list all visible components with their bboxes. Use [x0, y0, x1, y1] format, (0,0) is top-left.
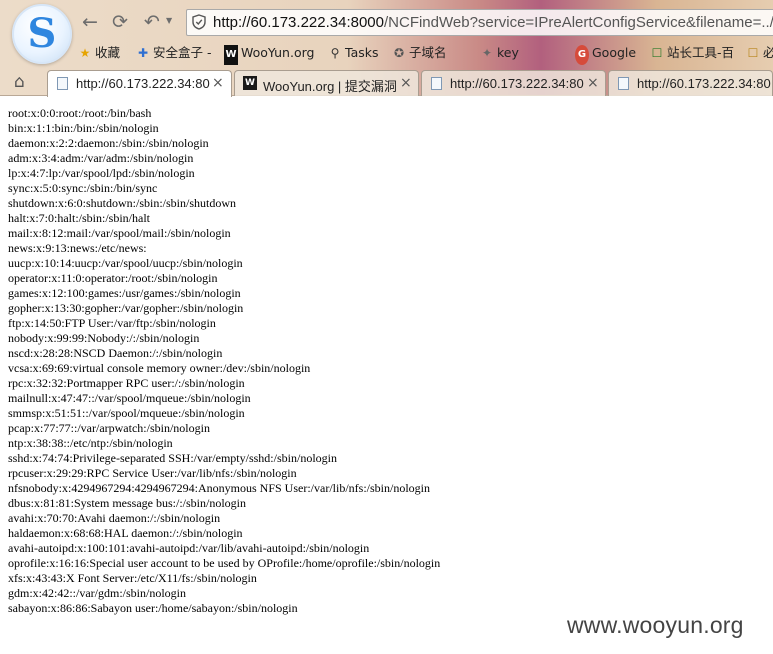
undo-dropdown-chevron-icon[interactable]: ▼: [166, 16, 172, 25]
safe-box-icon: ✚: [137, 46, 149, 60]
bookmark-safe-box[interactable]: ✚ 安全盒子 -: [136, 43, 212, 63]
back-arrow-icon[interactable]: ←: [79, 11, 101, 33]
bookmark-subdomain[interactable]: ✪ 子域名: [392, 43, 447, 63]
tab-strip: ⌂ http://60.173.222.34:80 × W WooYun.org…: [0, 70, 773, 97]
passwd-line: shutdown:x:6:0:shutdown:/sbin:/sbin/shut…: [8, 196, 237, 210]
star-icon: ★: [79, 46, 91, 60]
wooyun-icon: W: [224, 45, 238, 65]
tab-title: http://60.173.222.34:80: [76, 76, 210, 91]
refresh-icon[interactable]: ⟳: [109, 11, 131, 33]
page-icon: [618, 77, 629, 90]
passwd-line: mailnull:x:47:47::/var/spool/mqueue:/sbi…: [8, 391, 251, 405]
tab-title: http://60.173.222.34:80: [450, 76, 584, 91]
passwd-line: news:x:9:13:news:/etc/news:: [8, 241, 147, 255]
passwd-line: halt:x:7:0:halt:/sbin:/sbin/halt: [8, 211, 150, 225]
tab-wooyun[interactable]: W WooYun.org | 提交漏洞 ×: [234, 70, 419, 96]
passwd-line: pcap:x:77:77::/var/arpwatch:/sbin/nologi…: [8, 421, 210, 435]
google-icon: G: [575, 45, 589, 65]
passwd-line: bin:x:1:1:bin:/bin:/sbin/nologin: [8, 121, 159, 135]
passwd-line: ftp:x:14:50:FTP User:/var/ftp:/sbin/nolo…: [8, 316, 216, 330]
passwd-line: xfs:x:43:43:X Font Server:/etc/X11/fs:/s…: [8, 571, 257, 585]
passwd-line: nfsnobody:x:4294967294:4294967294:Anonym…: [8, 481, 431, 495]
passwd-line: avahi-autoipd:x:100:101:avahi-autoipd:/v…: [8, 541, 370, 555]
passwd-line: nscd:x:28:28:NSCD Daemon:/:/sbin/nologin: [8, 346, 223, 360]
bookmark-label: Google: [592, 45, 637, 60]
key-icon: ✦: [481, 46, 493, 60]
tab-http-4[interactable]: http://60.173.222.34:80: [608, 70, 773, 96]
webmaster-icon: ☐: [651, 46, 663, 60]
bookmark-label: 安全盒子 -: [153, 45, 212, 60]
shield-icon: [192, 14, 206, 30]
passwd-line: games:x:12:100:games:/usr/games:/sbin/no…: [8, 286, 241, 300]
search-icon: ⚲: [330, 46, 340, 60]
passwd-line: mail:x:8:12:mail:/var/spool/mail:/sbin/n…: [8, 226, 231, 240]
passwd-line: sync:x:5:0:sync:/sbin:/bin/sync: [8, 181, 158, 195]
address-bar[interactable]: http://60.173.222.34:8000/NCFindWeb?serv…: [186, 9, 773, 36]
passwd-line: gdm:x:42:42::/var/gdm:/sbin/nologin: [8, 586, 187, 600]
bookmark-label: Tasks: [345, 45, 379, 60]
passwd-line: rpc:x:32:32:Portmapper RPC user:/:/sbin/…: [8, 376, 245, 390]
passwd-line: gopher:x:13:30:gopher:/var/gopher:/sbin/…: [8, 301, 244, 315]
bookmark-webmaster-tools[interactable]: ☐ 站长工具-百: [650, 43, 734, 63]
passwd-line: sshd:x:74:74:Privilege-separated SSH:/va…: [8, 451, 337, 465]
home-icon[interactable]: ⌂: [14, 72, 25, 92]
url-host: http://60.173.222.34:8000: [213, 14, 384, 31]
wooyun-icon: W: [243, 76, 257, 90]
bookmark-label: WooYun.org: [241, 45, 315, 60]
passwd-line: smmsp:x:51:51::/var/spool/mqueue:/sbin/n…: [8, 406, 245, 420]
passwd-line: lp:x:4:7:lp:/var/spool/lpd:/sbin/nologin: [8, 166, 195, 180]
url-path: /NCFindWeb?service=IPreAlertConfigServic…: [383, 14, 773, 31]
bookmark-label: 收藏: [95, 45, 121, 60]
watermark-text: www.wooyun.org: [567, 612, 744, 638]
passwd-line: dbus:x:81:81:System message bus:/:/sbin/…: [8, 496, 247, 510]
undo-icon[interactable]: ↶: [141, 11, 163, 33]
tab-http-3[interactable]: http://60.173.222.34:80 ×: [421, 70, 606, 96]
folder-icon: ☐: [747, 46, 759, 60]
passwd-file-content: root:x:0:0:root:/root:/bin/bash bin:x:1:1…: [8, 106, 768, 616]
bookmark-favorites[interactable]: ★ 收藏: [78, 43, 120, 63]
bookmark-key[interactable]: ✦ key: [480, 43, 519, 63]
passwd-line: uucp:x:10:14:uucp:/var/spool/uucp:/sbin/…: [8, 256, 243, 270]
passwd-line: nobody:x:99:99:Nobody:/:/sbin/nologin: [8, 331, 200, 345]
bookmark-label: key: [497, 45, 519, 60]
passwd-line: rpcuser:x:29:29:RPC Service User:/var/li…: [8, 466, 297, 480]
browser-logo-icon[interactable]: S: [12, 4, 72, 64]
passwd-line: avahi:x:70:70:Avahi daemon:/:/sbin/nolog…: [8, 511, 221, 525]
close-icon[interactable]: ×: [212, 75, 224, 91]
passwd-line: ntp:x:38:38::/etc/ntp:/sbin/nologin: [8, 436, 173, 450]
passwd-line: daemon:x:2:2:daemon:/sbin:/sbin/nologin: [8, 136, 209, 150]
tab-passwd-active[interactable]: http://60.173.222.34:80 ×: [47, 70, 232, 97]
passwd-line: vcsa:x:69:69:virtual console memory owne…: [8, 361, 311, 375]
page-icon: [57, 77, 68, 90]
passwd-line: adm:x:3:4:adm:/var/adm:/sbin/nologin: [8, 151, 194, 165]
browser-logo-letter: S: [27, 10, 57, 57]
bookmark-google[interactable]: G Google: [575, 43, 637, 65]
address-text: http://60.173.222.34:8000/NCFindWeb?serv…: [213, 14, 773, 31]
tool-icon: ✪: [393, 46, 405, 60]
bookmark-folder[interactable]: ☐ 必: [746, 43, 773, 63]
passwd-line: root:x:0:0:root:/root:/bin/bash: [8, 106, 152, 120]
tab-title: WooYun.org | 提交漏洞: [263, 79, 397, 94]
bookmark-label: 站长工具-百: [667, 45, 735, 60]
close-icon[interactable]: ×: [587, 75, 599, 91]
passwd-line: haldaemon:x:68:68:HAL daemon:/:/sbin/nol…: [8, 526, 243, 540]
tab-title: http://60.173.222.34:80: [637, 76, 771, 91]
bookmark-label: 必: [763, 45, 773, 60]
page-icon: [431, 77, 442, 90]
passwd-line: oprofile:x:16:16:Special user account to…: [8, 556, 441, 570]
passwd-line: operator:x:11:0:operator:/root:/sbin/nol…: [8, 271, 218, 285]
bookmark-wooyun[interactable]: W WooYun.org: [224, 43, 315, 65]
browser-chrome: S ← ⟳ ↶ ▼ http://60.173.222.34:8000/NCFi…: [0, 0, 773, 97]
bookmark-tasks[interactable]: ⚲ Tasks: [328, 43, 379, 63]
close-icon[interactable]: ×: [400, 75, 412, 91]
bookmark-label: 子域名: [409, 45, 447, 60]
